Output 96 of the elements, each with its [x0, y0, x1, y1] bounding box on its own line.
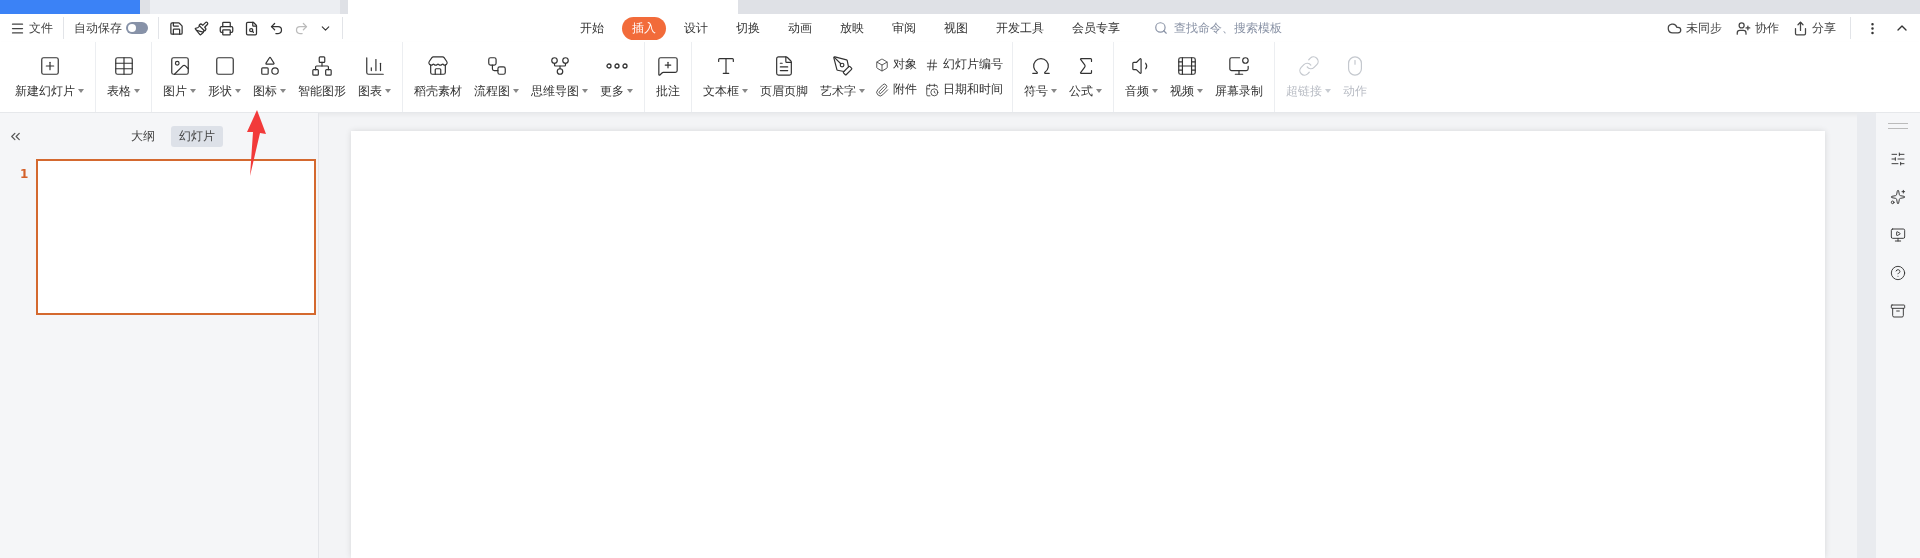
ribbon-tab[interactable]: 放映: [830, 16, 874, 40]
document-icon: [773, 54, 795, 77]
slide-thumbnail[interactable]: [36, 159, 317, 315]
comment-icon: [657, 54, 679, 77]
ribbon-button[interactable]: 思维导图: [526, 42, 593, 112]
diagram-icon: [311, 54, 333, 77]
sparkle-icon[interactable]: [1890, 189, 1906, 205]
caret-icon: [859, 89, 865, 93]
ribbon-button[interactable]: 图表: [353, 42, 396, 112]
ribbon-button[interactable]: 附件: [875, 81, 917, 98]
ribbon-button[interactable]: 更多: [595, 42, 638, 112]
hash-icon: [925, 57, 939, 72]
slide-number: 1: [20, 167, 29, 183]
toolbar-button[interactable]: 协作: [1736, 19, 1779, 37]
annotation-arrow: [247, 110, 266, 176]
store-icon: [427, 54, 449, 77]
ribbon-button[interactable]: 页眉页脚: [755, 42, 813, 112]
panel-tab[interactable]: 幻灯片: [171, 125, 223, 147]
undo-icon[interactable]: [269, 20, 284, 36]
bar-chart-icon: [363, 54, 386, 77]
autosave-toggle[interactable]: 自动保存: [74, 19, 148, 37]
ribbon-button[interactable]: 符号: [1019, 42, 1062, 112]
menu-icon: [10, 20, 25, 36]
cloud-icon: [1667, 20, 1682, 36]
archive-icon[interactable]: [1890, 303, 1906, 319]
ribbon-button[interactable]: 视频: [1165, 42, 1208, 112]
ribbon-button[interactable]: 批注: [651, 42, 685, 112]
file-menu[interactable]: 文件: [10, 19, 53, 37]
ribbon-button[interactable]: 公式: [1064, 42, 1107, 112]
caret-icon: [742, 89, 748, 93]
caret-icon: [134, 89, 140, 93]
caret-icon: [78, 89, 84, 93]
ribbon-tab[interactable]: 开始: [570, 16, 614, 40]
ribbon-button[interactable]: 图片: [158, 42, 201, 112]
ribbon-button[interactable]: 稻壳素材: [409, 42, 467, 112]
ribbon-tab[interactable]: 设计: [674, 16, 718, 40]
user-add-icon: [1736, 20, 1751, 36]
ribbon-button[interactable]: 艺术字: [815, 42, 870, 112]
panel-tab[interactable]: 大纲: [123, 125, 163, 147]
print-icon[interactable]: [219, 20, 234, 36]
ribbon-button[interactable]: 屏幕录制: [1210, 42, 1268, 112]
caret-icon: [280, 89, 286, 93]
flowchart-icon: [485, 54, 508, 77]
caret-icon: [235, 89, 241, 93]
scrollbar[interactable]: [1857, 113, 1876, 558]
ribbon-button[interactable]: 对象: [875, 56, 917, 73]
caret-icon: [1197, 89, 1203, 93]
share-icon: [1793, 20, 1808, 36]
settings-icon[interactable]: [1890, 151, 1906, 167]
caret-icon: [1096, 89, 1102, 93]
cube-icon: [875, 57, 889, 72]
save-icon[interactable]: [169, 20, 184, 36]
ribbon-tab[interactable]: 审阅: [882, 16, 926, 40]
ribbon-button[interactable]: 图标: [248, 42, 291, 112]
toolbar-button[interactable]: 未同步: [1667, 19, 1722, 37]
ribbon-button[interactable]: 幻灯片编号: [925, 56, 1003, 73]
ribbon-button[interactable]: 日期和时间: [925, 81, 1003, 98]
film-icon: [1175, 54, 1198, 77]
calendar-clock-icon: [925, 82, 939, 97]
ribbon-button[interactable]: 智能图形: [293, 42, 351, 112]
caret-icon: [513, 89, 519, 93]
caret-icon: [1152, 89, 1158, 93]
ribbon-tab[interactable]: 视图: [934, 16, 978, 40]
table-icon: [112, 54, 135, 77]
more-icon: [605, 62, 628, 69]
ribbon-tab[interactable]: 切换: [726, 16, 770, 40]
ribbon-button[interactable]: 流程图: [469, 42, 524, 112]
brush-icon[interactable]: [194, 20, 209, 36]
shapes-icon: [258, 54, 281, 77]
help-icon[interactable]: [1890, 265, 1906, 281]
ribbon-tab[interactable]: 动画: [778, 16, 822, 40]
ribbon-button[interactable]: 表格: [102, 42, 145, 112]
toolbar-button[interactable]: 分享: [1793, 19, 1836, 37]
pen-icon: [831, 54, 854, 77]
caret-icon: [627, 89, 633, 93]
ribbon-button[interactable]: 形状: [203, 42, 246, 112]
caret-icon: [190, 89, 196, 93]
caret-icon: [1325, 89, 1331, 93]
new-slide-icon: [38, 54, 61, 77]
ribbon-button[interactable]: 新建幻灯片: [10, 42, 89, 112]
link-icon: [1297, 54, 1320, 77]
ribbon-button[interactable]: 音频: [1120, 42, 1163, 112]
screen-icon[interactable]: [1890, 227, 1906, 243]
monitor-icon: [1228, 54, 1250, 77]
shape-icon: [213, 54, 236, 77]
ribbon-tab[interactable]: 会员专享: [1062, 16, 1130, 40]
paperclip-icon: [875, 82, 889, 97]
mind-map-icon: [548, 54, 571, 77]
caret-icon: [1051, 89, 1057, 93]
caret-icon: [385, 89, 391, 93]
ribbon-button[interactable]: 文本框: [698, 42, 753, 112]
ribbon-tab[interactable]: 开发工具: [986, 16, 1054, 40]
image-icon: [168, 54, 191, 77]
caret-icon: [582, 89, 588, 93]
preview-icon[interactable]: [244, 20, 259, 36]
search-icon: [1154, 21, 1168, 35]
